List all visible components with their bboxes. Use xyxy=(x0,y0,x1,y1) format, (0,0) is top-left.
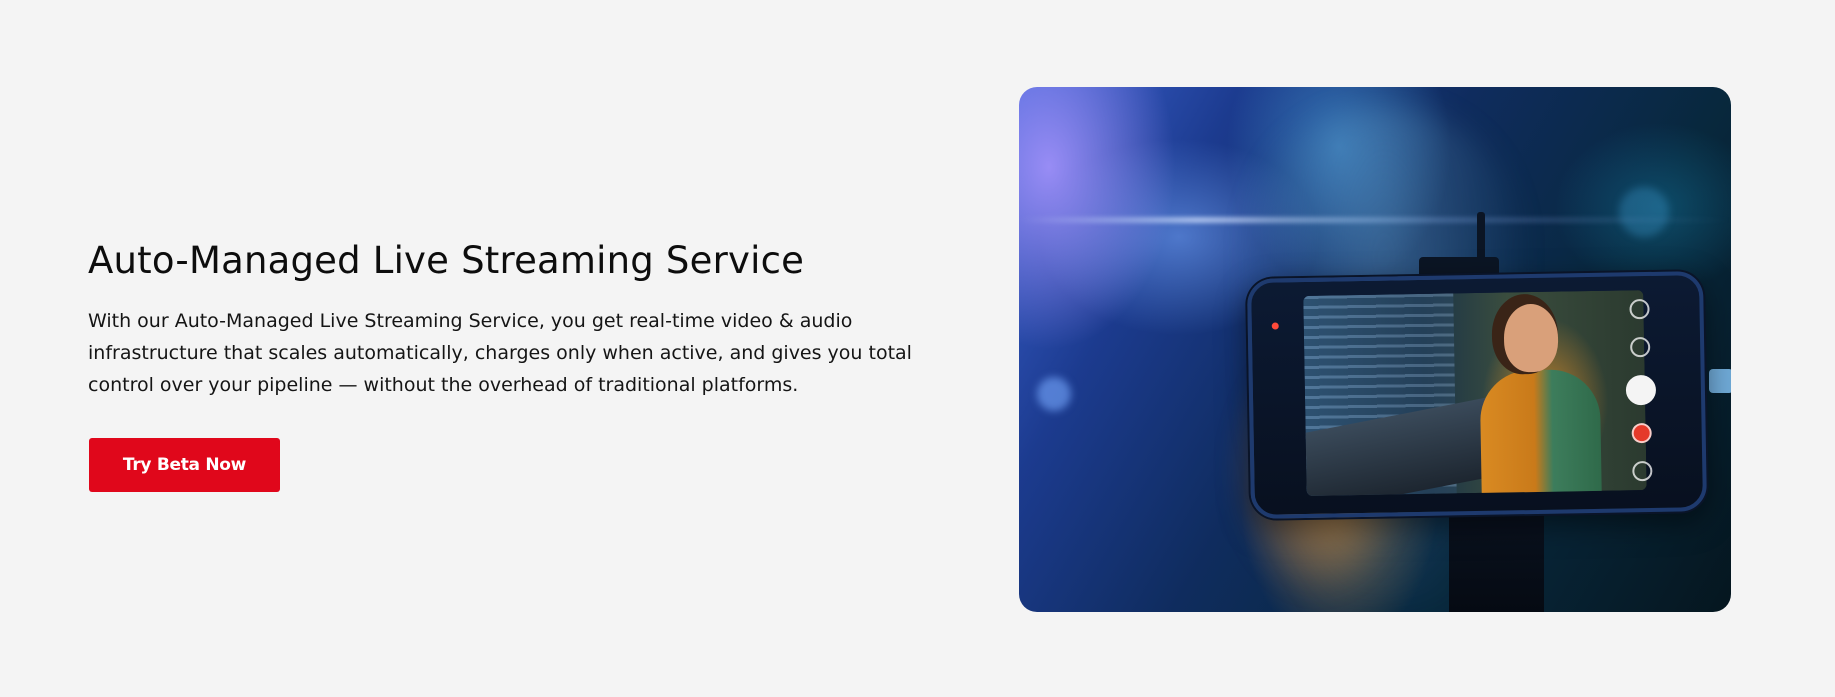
streamer-body xyxy=(1479,368,1602,496)
camera-setting-icon xyxy=(1630,336,1651,358)
camera-setting-icon xyxy=(1632,460,1653,482)
streamer-head xyxy=(1503,303,1559,373)
hero-section: Auto-Managed Live Streaming Service With… xyxy=(0,0,1835,697)
shutter-icon xyxy=(1625,374,1657,406)
record-icon xyxy=(1631,422,1652,444)
phone-screen-preview xyxy=(1303,290,1647,496)
hero-title: Auto-Managed Live Streaming Service xyxy=(88,239,805,282)
tripod-head xyxy=(1449,505,1544,612)
hero-description: With our Auto-Managed Live Streaming Ser… xyxy=(88,310,912,396)
smartphone xyxy=(1246,271,1708,519)
camera-controls xyxy=(1619,290,1662,491)
camera-lens-icon xyxy=(1271,322,1279,330)
phone-mount-stem xyxy=(1477,212,1485,262)
hero-image xyxy=(1019,87,1731,612)
phone-side-clip xyxy=(1709,369,1731,393)
try-beta-button[interactable]: Try Beta Now xyxy=(89,438,280,492)
camera-setting-icon xyxy=(1629,298,1650,320)
bokeh-light xyxy=(1037,377,1071,411)
hero-copy: Auto-Managed Live Streaming Service With… xyxy=(88,236,968,401)
bokeh-light xyxy=(1619,187,1669,237)
